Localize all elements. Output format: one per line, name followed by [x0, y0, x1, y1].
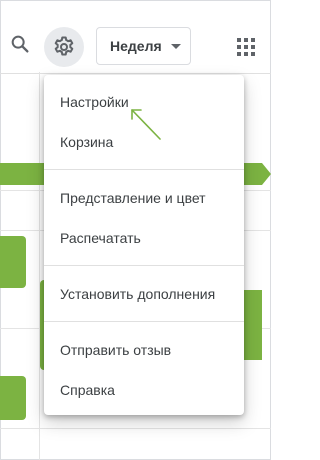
menu-item-get-add-ons[interactable]: Установить дополнения	[44, 274, 244, 314]
menu-item-density-and-color[interactable]: Представление и цвет	[44, 178, 244, 218]
grid-line	[0, 428, 271, 429]
chevron-down-icon	[171, 44, 181, 49]
menu-item-print[interactable]: Распечатать	[44, 218, 244, 258]
toolbar-divider	[0, 73, 271, 74]
toolbar: Неделя	[0, 0, 271, 67]
event-continues-arrow	[262, 163, 271, 185]
calendar-event[interactable]	[0, 236, 26, 288]
search-icon	[11, 35, 29, 53]
menu-item-send-feedback[interactable]: Отправить отзыв	[44, 330, 244, 370]
apps-grid-icon	[237, 38, 255, 56]
search-button[interactable]	[6, 30, 34, 58]
menu-item-help[interactable]: Справка	[44, 370, 244, 410]
grid-line	[39, 72, 40, 460]
view-select-value: Неделя	[110, 38, 162, 54]
menu-divider	[44, 169, 244, 170]
menu-divider	[44, 321, 244, 322]
menu-divider	[44, 265, 244, 266]
settings-button[interactable]	[44, 27, 84, 67]
apps-button[interactable]	[232, 33, 260, 61]
annotation-arrow-icon	[131, 109, 161, 140]
view-select[interactable]: Неделя	[96, 27, 191, 65]
calendar-event[interactable]	[0, 376, 26, 420]
gear-icon	[54, 36, 74, 56]
